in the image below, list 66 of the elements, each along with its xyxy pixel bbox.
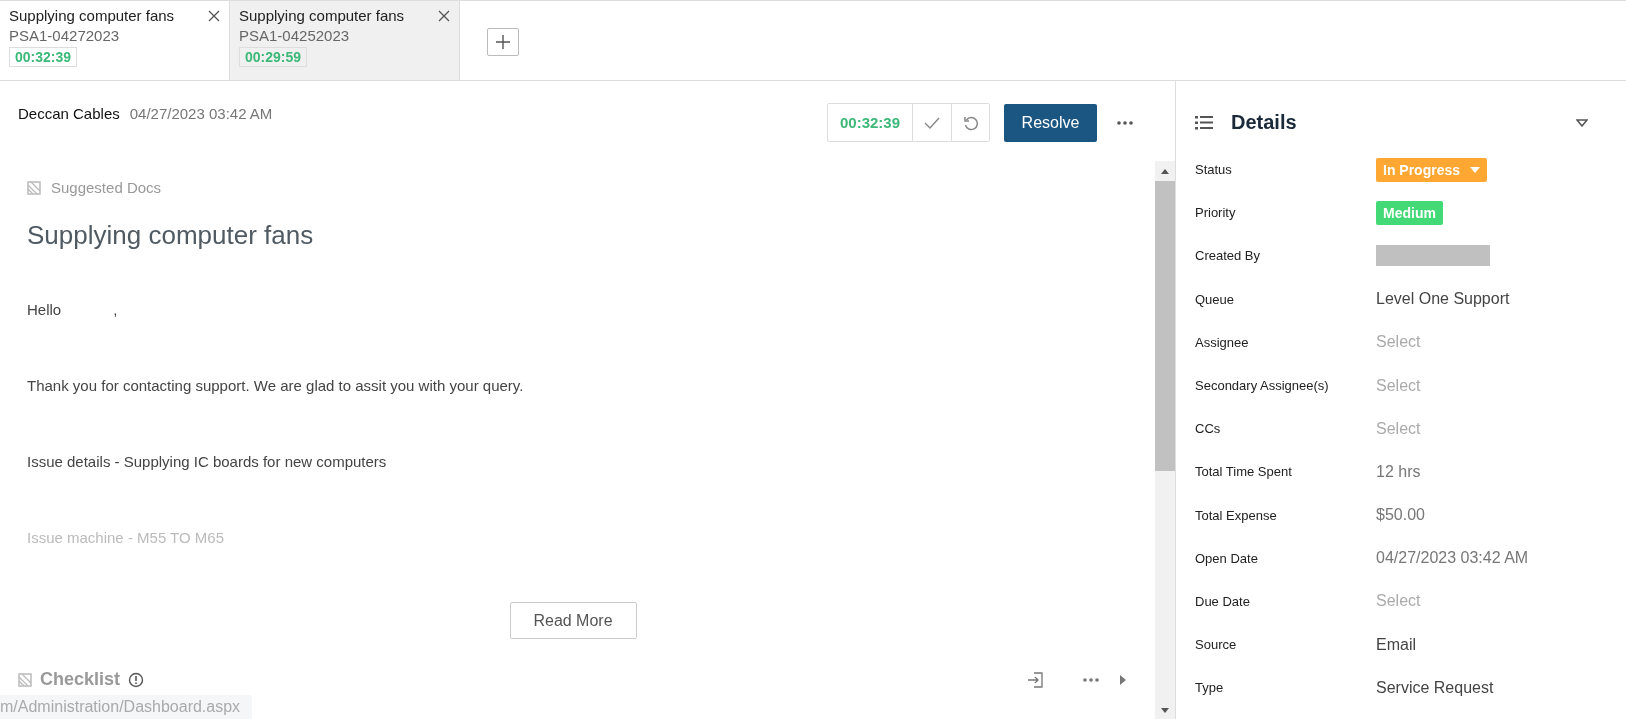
message-paragraph: Issue machine - M55 TO M65 [27,529,226,546]
select-field[interactable]: Select [1376,592,1421,611]
collapse-icon[interactable] [1576,118,1588,127]
message-paragraph: Thank you for contacting support. We are glad to assit you with your query. [27,377,525,394]
close-icon[interactable] [438,9,450,22]
ticket-id: PSA1-04252023 [239,27,350,44]
select-field[interactable]: Select [1376,376,1421,395]
field-value: 04/27/2023 03:42 AM [1376,549,1529,568]
document-icon [18,672,32,687]
list-icon [1195,115,1213,130]
timer: 00:32:39 [9,47,78,67]
customer-name: Deccan Cables [18,105,120,122]
select-field[interactable]: Select [1376,333,1421,352]
caret-icon [1470,166,1481,173]
more-icon[interactable] [1081,676,1101,683]
scroll-down-icon[interactable] [1160,707,1170,715]
field-label: Open Date [1195,550,1259,566]
details-title: Details [1231,111,1297,134]
field-value: Level One Support [1376,290,1510,309]
ticket-id: PSA1-04272023 [9,27,120,44]
close-icon[interactable] [208,9,220,22]
document-icon [27,180,41,195]
field-label: Type [1195,680,1225,696]
read-more-button[interactable]: Read More [509,602,637,639]
tab-title: Supplying computer fans [239,7,405,24]
undo-icon [962,114,979,131]
message-subject: Supplying computer fans [27,220,315,251]
reset-button[interactable] [951,104,989,141]
status-url: m/Administration/Dashboard.aspx [0,695,253,719]
add-tab-button[interactable] [487,28,519,56]
greeting: Hello [27,301,62,318]
section-label: Suggested Docs [51,179,162,196]
message-paragraph: Issue details - Supplying IC boards for new computers [27,453,388,470]
plus-icon [495,34,511,50]
field-label: Assignee [1195,334,1250,350]
field-label: Total Time Spent [1195,464,1293,480]
field-label: Priority [1195,205,1237,221]
select-field[interactable]: Select [1376,419,1421,438]
field-label: Due Date [1195,593,1251,609]
field-label: Source [1195,637,1238,653]
check-icon [924,116,940,129]
priority-badge: Medium [1376,200,1443,225]
field-value: 12 hrs [1376,462,1421,481]
info-icon[interactable] [128,671,145,688]
scrollbar[interactable] [1155,161,1175,719]
field-value: Email [1376,635,1416,654]
checklist-title: Checklist [40,669,121,690]
import-icon[interactable] [1027,670,1045,689]
scroll-up-icon[interactable] [1160,167,1170,175]
resolve-button[interactable]: Resolve [1004,103,1097,142]
expand-icon[interactable] [1119,674,1127,685]
field-label: Created By [1195,248,1262,264]
ticket-tab[interactable]: Supplying computer fans PSA1-04252023 00:29:59 [230,1,460,80]
timer: 00:29:59 [239,47,308,67]
more-icon[interactable] [1115,119,1135,126]
field-label: CCs [1195,421,1222,437]
greeting-comma: , [113,301,118,318]
field-label: Status [1195,162,1233,178]
tab-title: Supplying computer fans [9,7,175,24]
field-value: $50.00 [1376,506,1425,525]
field-label: Total Expense [1195,507,1278,523]
field-label: Secondary Assignee(s) [1195,378,1330,394]
field-label: Queue [1195,291,1236,307]
ticket-date: 04/27/2023 03:42 AM [129,105,273,122]
field-value: Service Request [1376,678,1494,697]
status-dropdown[interactable]: In Progress [1376,157,1488,182]
